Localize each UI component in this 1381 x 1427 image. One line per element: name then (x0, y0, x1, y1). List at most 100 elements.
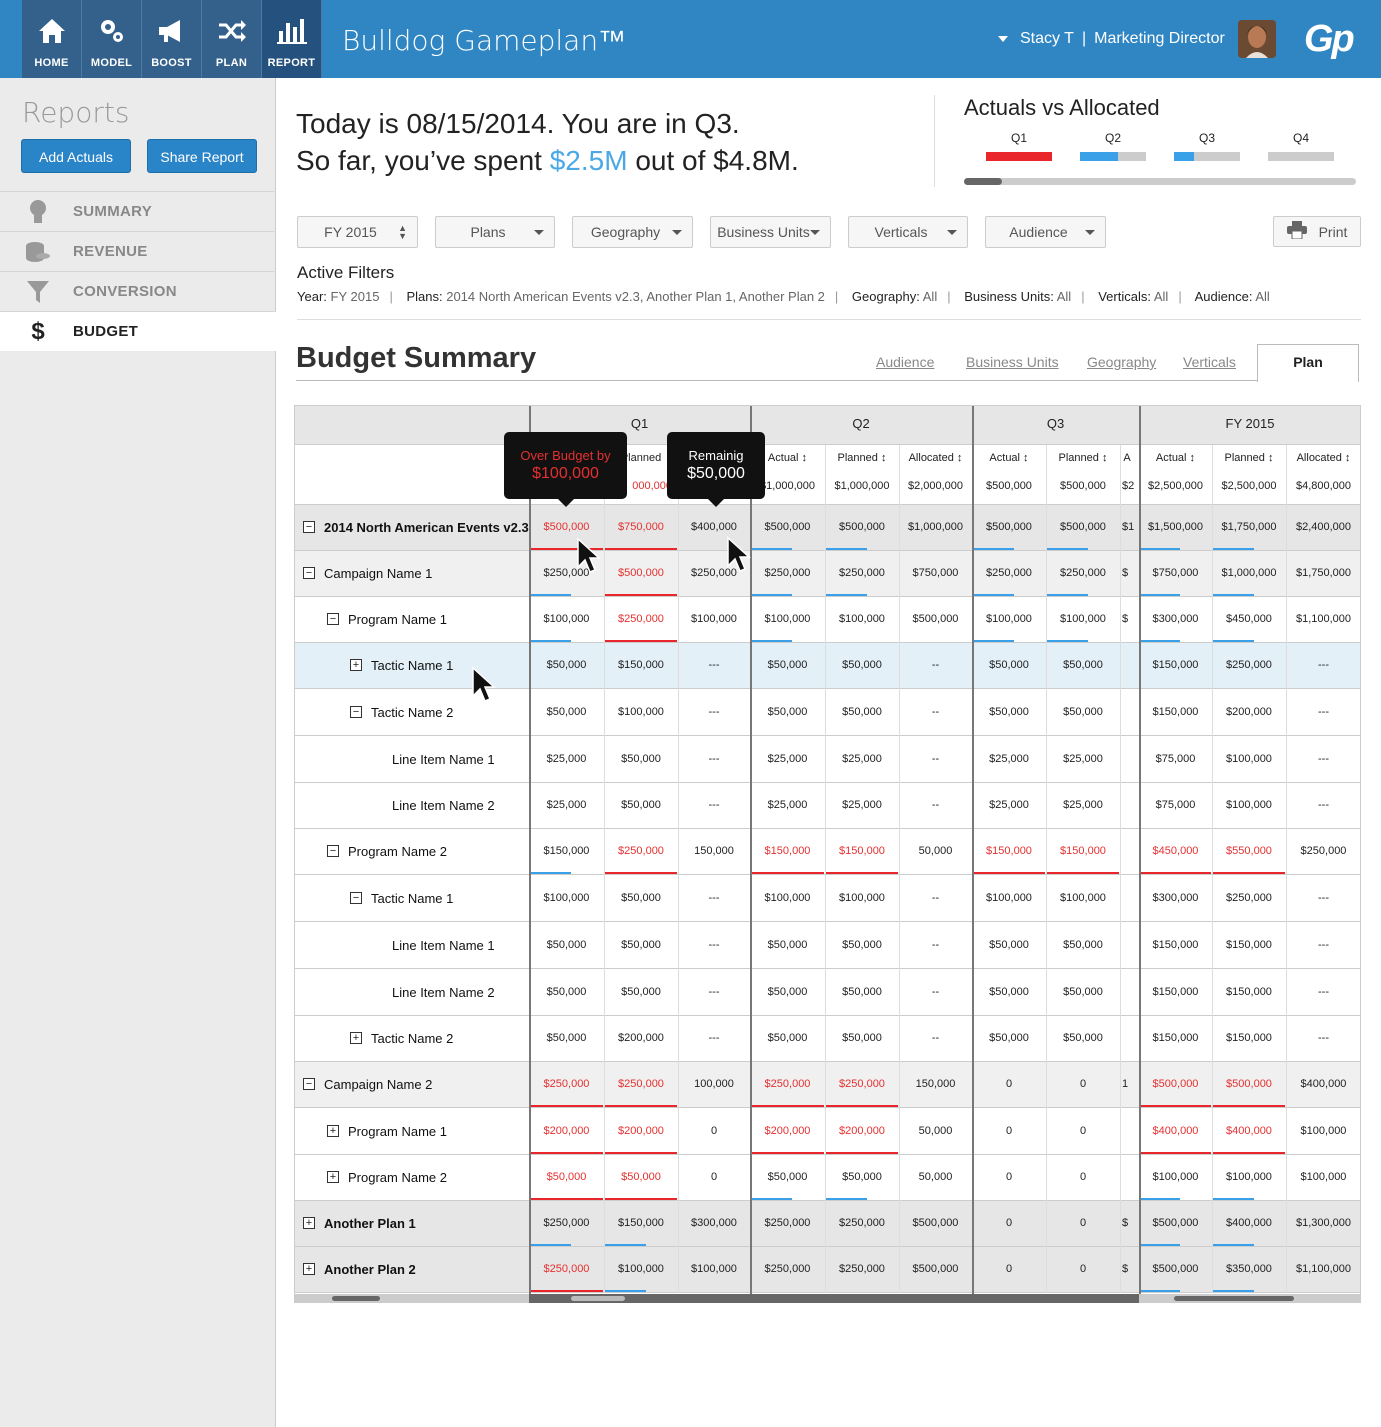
sidebar-item-revenue[interactable]: REVENUE (0, 231, 276, 271)
quarter-progress-bar (986, 152, 1052, 161)
active-filters-title: Active Filters (297, 263, 395, 282)
nav-boost-label: BOOST (151, 57, 192, 69)
quarter-progress-bar (1174, 152, 1240, 161)
quarter-progress-bar (1080, 152, 1146, 161)
add-actuals-button[interactable]: Add Actuals (21, 139, 131, 173)
tooltip-value: $100,000 (532, 465, 599, 482)
sidebar-item-label: CONVERSION (73, 283, 177, 300)
audience-dropdown[interactable]: Audience (985, 216, 1106, 248)
year-select-value: FY 2015 (324, 224, 377, 240)
horizontal-scrollbar[interactable] (964, 178, 1356, 185)
nav-report-label: REPORT (267, 57, 316, 69)
scrollbar-thumb[interactable] (1174, 1296, 1294, 1301)
nav-report[interactable]: REPORT (262, 0, 322, 78)
table-border (294, 405, 1361, 1295)
caret-down-icon (534, 230, 544, 235)
quarter-label: Q4 (1292, 131, 1309, 145)
filter-key: Plans: (406, 289, 443, 304)
chevron-down-icon (998, 36, 1008, 42)
horizontal-scrollbar[interactable] (294, 1294, 529, 1303)
tooltip-value: $50,000 (687, 465, 745, 482)
quarter-label: Q1 (1010, 131, 1027, 145)
quarter-label: Q2 (1104, 131, 1121, 145)
user-menu[interactable]: Stacy T | Marketing Director (998, 30, 1225, 48)
mouse-cursor-icon (577, 537, 601, 573)
share-report-button[interactable]: Share Report (147, 139, 257, 173)
funnel-icon (24, 278, 52, 306)
tab-plan[interactable]: Plan (1257, 344, 1359, 382)
tooltip-label: Over Budget by (520, 448, 611, 463)
nav-model[interactable]: MODEL (82, 0, 142, 78)
actuals-vs-allocated-panel: Actuals vs Allocated Q1 Q2 Q3 Q4 (934, 95, 1364, 187)
audience-dropdown-label: Audience (1009, 224, 1068, 240)
plans-dropdown[interactable]: Plans (435, 216, 555, 248)
scrollbar-thumb[interactable] (571, 1296, 625, 1301)
sidebar-item-conversion[interactable]: CONVERSION (0, 271, 276, 311)
lightbulb-icon (24, 198, 52, 226)
sidebar-item-label: BUDGET (73, 323, 139, 340)
budget-summary-title: Budget Summary (296, 342, 537, 374)
quarter-progress-bar (1268, 152, 1334, 161)
user-name: Stacy T (1020, 30, 1074, 47)
megaphone-icon (142, 14, 201, 48)
home-icon (22, 14, 81, 48)
shuffle-icon (202, 14, 261, 48)
divider (297, 319, 1361, 320)
filter-value: All (1153, 289, 1169, 304)
caret-down-icon (1085, 230, 1095, 235)
user-separator: | (1081, 30, 1087, 47)
nav-plan[interactable]: PLAN (202, 0, 262, 78)
sidebar-item-budget[interactable]: $ BUDGET (0, 311, 276, 351)
nav-home[interactable]: HOME (22, 0, 82, 78)
active-filters-list: Year: FY 2015 | Plans: 2014 North America… (297, 289, 1270, 304)
spent-prefix: So far, you’ve spent (296, 145, 550, 176)
filter-key: Year: (297, 289, 327, 304)
tooltip-label: Remainig (688, 448, 744, 463)
filter-key: Business Units: (964, 289, 1054, 304)
year-select[interactable]: FY 2015 ▲ ▼ (297, 216, 418, 248)
tab-verticals[interactable]: Verticals (1183, 354, 1236, 370)
filter-value: All (1255, 289, 1270, 304)
app-name: Bulldog Gameplan™ (342, 24, 627, 57)
business-units-dropdown[interactable]: Business Units (710, 216, 831, 248)
divider (296, 380, 1258, 381)
nav-boost[interactable]: BOOST (142, 0, 202, 78)
top-navigation-bar: HOME MODEL BOOST PLAN REPORT Bulldog Gam… (0, 0, 1381, 78)
geography-dropdown[interactable]: Geography (572, 216, 693, 248)
budget-table: Q1 Q2 Q3 FY 2015 Planned Actual ↕ Planned ↕ All… (294, 405, 1361, 1305)
bar-chart-icon (262, 14, 321, 48)
sidebar-item-summary[interactable]: SUMMARY (0, 191, 276, 231)
filter-value: FY 2015 (330, 289, 380, 304)
tab-business-units[interactable]: Business Units (966, 354, 1059, 370)
sort-arrows-icon: ▲ ▼ (398, 223, 407, 241)
mouse-cursor-icon (727, 536, 751, 572)
sidebar-title: Reports (22, 96, 130, 129)
sidebar: Reports Add Actuals Share Report SUMMARY… (0, 78, 276, 1427)
verticals-dropdown[interactable]: Verticals (848, 216, 968, 248)
filter-value: 2014 North American Events v2.3, Another… (446, 289, 825, 304)
filter-key: Geography: (851, 289, 920, 304)
nav-plan-label: PLAN (215, 57, 248, 69)
mouse-cursor-icon (472, 666, 496, 702)
scrollbar-thumb[interactable] (964, 178, 1002, 185)
spent-amount: $2.5M (549, 145, 628, 176)
remaining-tooltip: Remainig $50,000 (667, 432, 765, 507)
spend-summary: Today is 08/15/2014. You are in Q3. So f… (296, 105, 799, 179)
geography-dropdown-label: Geography (590, 224, 661, 240)
tab-geography[interactable]: Geography (1087, 354, 1156, 370)
scrollbar-thumb[interactable] (332, 1296, 380, 1301)
over-budget-tooltip: Over Budget by $100,000 (504, 432, 627, 507)
today-line: Today is 08/15/2014. You are in Q3. (296, 108, 740, 139)
nav-home-label: HOME (34, 57, 69, 69)
print-label: Print (1318, 223, 1348, 240)
caret-down-icon (947, 230, 957, 235)
filter-value: All (1056, 289, 1072, 304)
filter-key: Audience: (1194, 289, 1253, 304)
printer-icon (1286, 221, 1307, 242)
filter-value: All (922, 289, 938, 304)
plans-dropdown-label: Plans (470, 224, 506, 240)
filter-key: Verticals: (1098, 289, 1151, 304)
avatar[interactable] (1238, 20, 1276, 58)
tab-audience[interactable]: Audience (876, 354, 934, 370)
print-button[interactable]: Print (1273, 216, 1361, 247)
